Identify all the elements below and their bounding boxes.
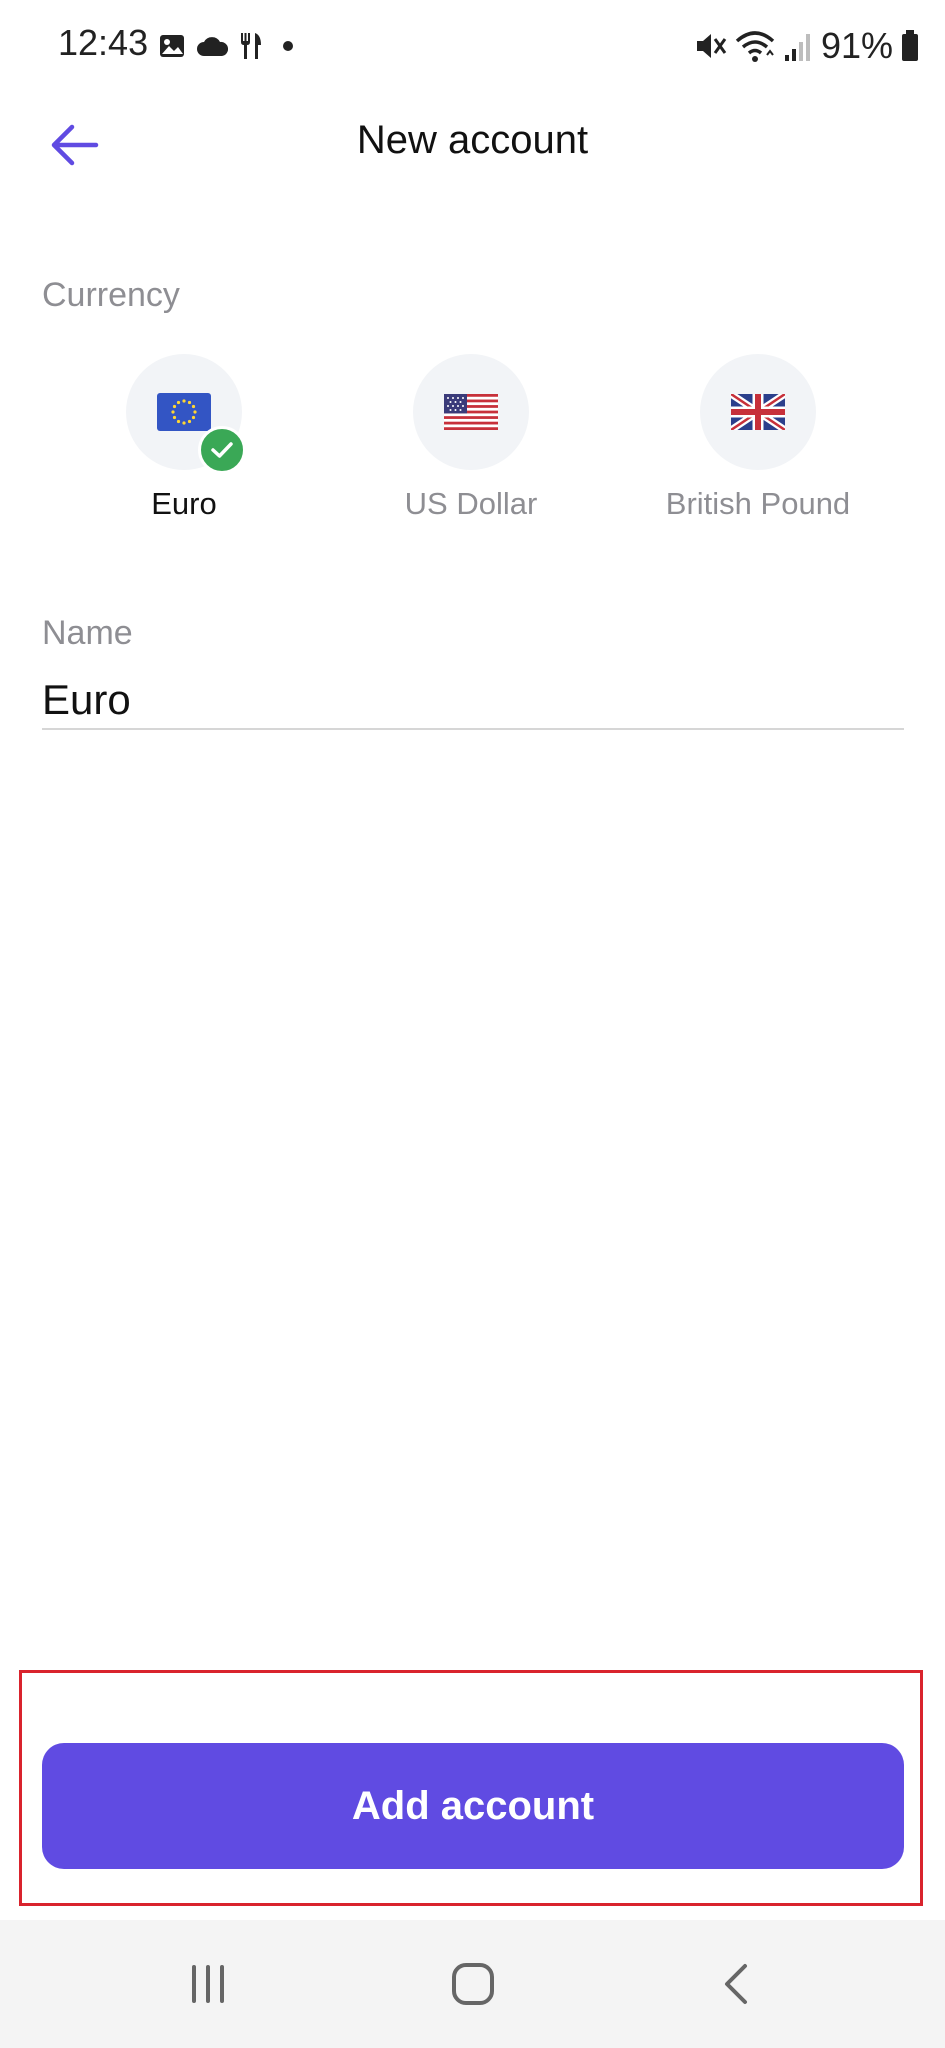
signal-icon [784, 34, 810, 61]
home-icon [452, 1963, 494, 2005]
status-bar: 12:43 91% [0, 0, 945, 90]
status-system-icons: 91% [693, 24, 919, 68]
currency-option-euro[interactable]: Euro [54, 354, 314, 534]
currency-label-euro: Euro [151, 486, 217, 521]
new-account-screen: 12:43 91% New account Currency Euro US D… [0, 0, 945, 2048]
recents-button[interactable] [163, 1944, 253, 2024]
back-icon [725, 1964, 747, 2004]
status-notification-icons [158, 30, 298, 62]
battery-percentage: 91% [820, 25, 893, 66]
wifi-icon [735, 31, 775, 62]
battery-icon [902, 30, 918, 61]
mute-icon [696, 34, 727, 58]
app-bar: New account [0, 90, 945, 200]
currency-option-british-pound[interactable]: British Pound [628, 354, 888, 534]
status-time: 12:43 [58, 22, 149, 63]
eu-flag-icon [157, 393, 211, 431]
dot-icon [283, 41, 293, 51]
currency-section-label: Currency [42, 276, 180, 314]
restaurant-icon [241, 33, 261, 59]
name-field-label: Name [42, 614, 133, 652]
uk-flag-icon [731, 394, 785, 430]
currency-option-us-dollar[interactable]: US Dollar [341, 354, 601, 534]
system-back-button[interactable] [692, 1944, 782, 2024]
add-account-button[interactable]: Add account [42, 1743, 904, 1869]
currency-label-us-dollar: US Dollar [404, 486, 538, 521]
checkmark-icon [211, 442, 233, 458]
euro-flag-circle [126, 354, 246, 474]
currency-label-british-pound: British Pound [665, 486, 851, 521]
navigation-bar [0, 1920, 945, 2048]
selected-check-badge [198, 426, 246, 474]
us-flag-icon [444, 394, 498, 430]
home-button[interactable] [428, 1944, 518, 2024]
cloud-icon [197, 37, 228, 56]
gallery-icon [160, 35, 184, 57]
us-flag-circle [413, 354, 529, 470]
name-input[interactable] [42, 672, 902, 728]
name-input-underline [42, 728, 904, 730]
uk-flag-circle [700, 354, 816, 470]
recents-icon [192, 1965, 224, 2003]
page-title: New account [356, 118, 589, 162]
